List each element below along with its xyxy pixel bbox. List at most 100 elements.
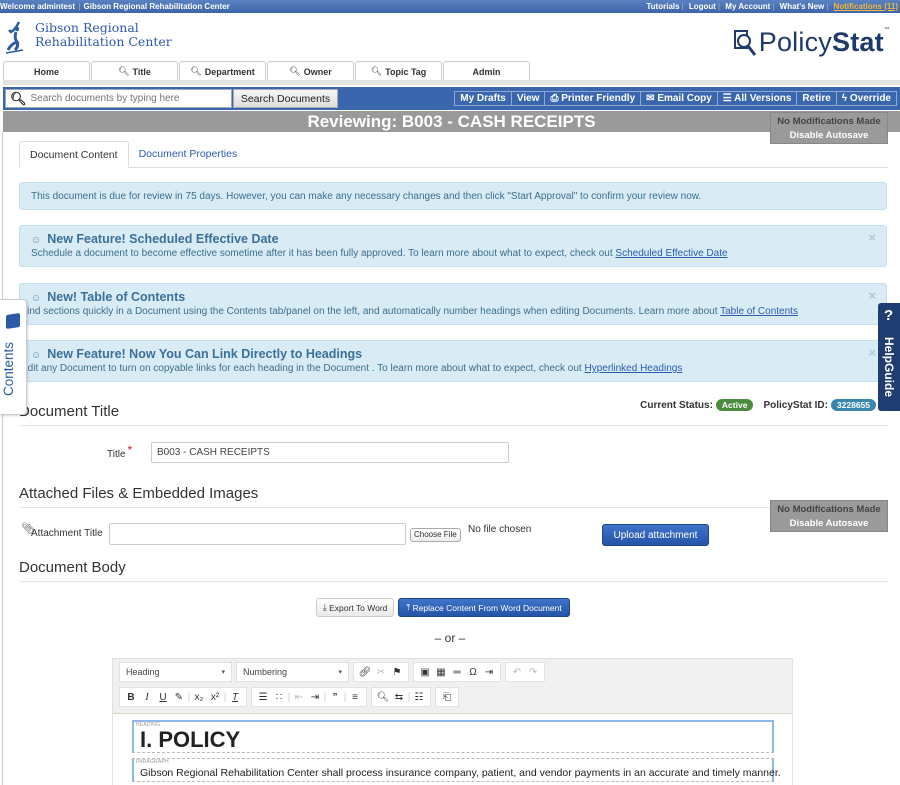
welcome-text: Welcome admintest | Gibson Regional Reha…: [0, 2, 230, 11]
tutorials-link[interactable]: Tutorials: [646, 2, 679, 11]
highlight-icon[interactable]: ✎: [171, 692, 187, 703]
nav-tab-owner[interactable]: 🔍︎ Owner: [267, 61, 354, 81]
indent-icon[interactable]: ⇥: [307, 692, 323, 703]
editor-content-area[interactable]: HEADING I. POLICY PARAGRAPH Gibson Regio…: [113, 713, 792, 785]
attachment-title-label: Attachment Title: [31, 528, 103, 539]
search-documents-button[interactable]: Search Documents: [233, 89, 338, 108]
hyperlinked-headings-link[interactable]: Hyperlinked Headings: [584, 363, 682, 374]
contents-side-tab[interactable]: Contents: [0, 299, 27, 415]
org-logo[interactable]: Gibson Regional Rehabilitation Center: [5, 20, 172, 56]
main-nav: Home 🔍︎ Title 🔍︎ Department 🔍︎ Owner 🔍︎ Topi…: [3, 61, 531, 81]
table-of-contents-link[interactable]: Table of Contents: [720, 306, 798, 317]
undo-icon[interactable]: ↶: [509, 667, 525, 678]
override-link[interactable]: ϟ Override: [835, 92, 896, 105]
required-marker: *: [127, 442, 133, 457]
view-link[interactable]: View: [510, 92, 545, 105]
table-icon[interactable]: ▦: [433, 667, 449, 678]
find-icon[interactable]: 🔍︎: [375, 692, 391, 703]
search-input[interactable]: [30, 93, 226, 104]
chevron-down-icon: ▾: [221, 669, 225, 676]
tab-document-properties[interactable]: Document Properties: [129, 141, 248, 168]
show-blocks-icon[interactable]: ☷: [411, 692, 427, 703]
page-break-icon[interactable]: ⇥: [481, 667, 497, 678]
my-drafts-link[interactable]: My Drafts: [455, 92, 511, 105]
org-logo-figure-icon: [5, 21, 24, 54]
link-icon[interactable]: 🔗︎: [357, 667, 373, 678]
choose-file-button[interactable]: Choose File: [410, 528, 461, 542]
title-label: Title *: [107, 442, 133, 460]
list-group: ☰ ∷ | ⇤ ⇥ | ” | ≡: [251, 687, 367, 707]
nav-tab-title[interactable]: 🔍︎ Title: [91, 61, 178, 81]
bold-icon[interactable]: B: [123, 692, 139, 703]
find-group: 🔍︎ ⇆ | ☷: [371, 687, 431, 707]
tab-document-content[interactable]: Document Content: [19, 141, 129, 168]
numbered-list-icon[interactable]: ☰: [255, 692, 271, 703]
bolt-icon: ϟ: [841, 93, 848, 104]
image-icon[interactable]: ▣: [417, 667, 433, 678]
nav-tab-home[interactable]: Home: [3, 61, 90, 81]
policystat-logo[interactable]: PolicyStat™: [731, 27, 890, 58]
retire-link[interactable]: Retire: [796, 92, 835, 105]
logout-link[interactable]: Logout: [689, 2, 716, 11]
all-versions-link[interactable]: ☰ All Versions: [716, 92, 797, 105]
autosave-status: No Modifications Made: [777, 116, 881, 127]
search-icon: 🔍︎: [370, 66, 383, 76]
insert-group: ▣ ▦ ═ Ω ⇥: [413, 662, 501, 682]
close-icon[interactable]: ×: [868, 230, 876, 245]
horizontal-rule-icon[interactable]: ═: [449, 667, 465, 678]
disable-autosave-button[interactable]: Disable Autosave: [771, 517, 887, 531]
export-to-word-button[interactable]: ⤓ Export To Word: [316, 598, 395, 617]
title-input[interactable]: [151, 442, 509, 463]
anchor-flag-icon[interactable]: ⚑: [389, 667, 405, 678]
superscript-icon[interactable]: x²: [207, 692, 223, 703]
section-heading-attachments: Attached Files & Embedded Images: [19, 485, 889, 508]
editor-heading-block[interactable]: HEADING I. POLICY: [132, 720, 774, 753]
editor-toolbar-row-1: Heading ▾ Numbering ▾ 🔗︎ ✂ ⚑ ▣ ▦ ═ Ω ⇥ ↶ ↷: [119, 662, 549, 682]
close-icon[interactable]: ×: [868, 288, 876, 303]
replace-from-word-button[interactable]: ⤒ Replace Content From Word Document: [398, 598, 570, 617]
scheduled-effective-date-link[interactable]: Scheduled Effective Date: [615, 248, 727, 259]
printer-friendly-link[interactable]: ⎙ Printer Friendly: [544, 92, 640, 105]
word-buttons: ⤓ Export To Word ⤒ Replace Content From …: [316, 598, 570, 617]
email-copy-link[interactable]: ✉ Email Copy: [640, 92, 717, 105]
envelope-icon: ✉: [646, 93, 655, 104]
close-icon[interactable]: ×: [868, 345, 876, 360]
special-character-icon[interactable]: Ω: [465, 667, 481, 678]
redo-icon[interactable]: ↷: [525, 667, 541, 678]
history-group: ↶ ↷: [505, 662, 545, 682]
attachment-title-input[interactable]: [109, 523, 406, 545]
blockquote-icon[interactable]: ”: [327, 692, 343, 703]
source-code-icon[interactable]: ⎗: [439, 692, 455, 703]
italic-icon[interactable]: I: [139, 692, 155, 703]
clear-formatting-icon[interactable]: T: [227, 692, 243, 703]
section-heading-document-body: Document Body: [19, 559, 889, 582]
nav-tab-department[interactable]: 🔍︎ Department: [179, 61, 266, 81]
feature-alert-table-of-contents: ☺ New! Table of Contents Find sections qu…: [19, 283, 887, 325]
title-field-row: Title *: [107, 442, 509, 463]
subscript-icon[interactable]: x₂: [191, 692, 207, 703]
my-account-link[interactable]: My Account: [725, 2, 770, 11]
upload-icon: ⤒: [406, 602, 411, 612]
rich-text-editor: Heading ▾ Numbering ▾ 🔗︎ ✂ ⚑ ▣ ▦ ═ Ω ⇥ ↶ ↷…: [112, 658, 793, 785]
helpguide-side-tab[interactable]: ? HelpGuide: [878, 303, 900, 411]
question-icon: ?: [884, 307, 894, 324]
align-center-icon[interactable]: ≡: [347, 692, 363, 703]
nav-tab-admin[interactable]: Admin: [443, 61, 530, 81]
numbering-dropdown[interactable]: Numbering ▾: [236, 662, 349, 682]
replace-icon[interactable]: ⇆: [391, 692, 407, 703]
whats-new-link[interactable]: What's New: [780, 2, 825, 11]
bulleted-list-icon[interactable]: ∷: [271, 692, 287, 703]
nav-tab-topic-tag[interactable]: 🔍︎ Topic Tag: [355, 61, 442, 81]
style-dropdown[interactable]: Heading ▾: [119, 662, 232, 682]
format-group: B I U ✎ | x₂ x² | T: [119, 687, 247, 707]
search-icon: 🔍︎: [118, 66, 130, 76]
upload-attachment-button[interactable]: Upload attachment: [602, 524, 709, 546]
underline-icon[interactable]: U: [155, 692, 171, 703]
editor-paragraph-block[interactable]: PARAGRAPH Gibson Regional Rehabilitation…: [132, 758, 781, 782]
list-icon: ☰: [722, 93, 732, 104]
outdent-icon[interactable]: ⇤: [291, 692, 307, 703]
unlink-icon[interactable]: ✂: [373, 667, 389, 678]
autosave-panel-floating: No Modifications Made Disable Autosave: [770, 500, 888, 532]
notifications-link[interactable]: Notifications (11): [834, 2, 898, 11]
search-icon: 🔍︎: [10, 90, 27, 106]
